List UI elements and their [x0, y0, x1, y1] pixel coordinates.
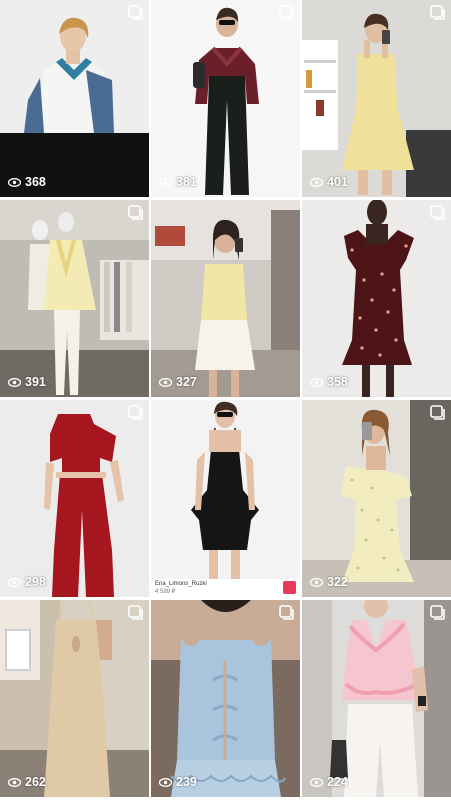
eye-icon: [310, 377, 323, 387]
post-thumbnail: [0, 200, 149, 397]
view-count-value: 391: [25, 375, 46, 389]
multiple-photos-icon: [279, 5, 294, 20]
post-tile[interactable]: 262: [0, 600, 149, 797]
post-thumbnail: [302, 400, 451, 597]
eye-icon: [310, 177, 323, 187]
eye-icon: [8, 177, 21, 187]
view-count-value: 322: [327, 575, 348, 589]
product-name: Ena_Limons_Ruzki: [155, 581, 207, 587]
view-count-value: 381: [176, 175, 197, 189]
view-count-value: 358: [327, 375, 348, 389]
post-thumbnail: [0, 0, 149, 197]
view-count: 322: [310, 575, 348, 589]
view-count-value: 239: [176, 775, 197, 789]
view-count: 327: [159, 375, 197, 389]
post-thumbnail: [0, 600, 149, 797]
post-tile[interactable]: 224: [302, 600, 451, 797]
gift-icon[interactable]: [283, 581, 296, 594]
view-count-value: 262: [25, 775, 46, 789]
post-thumbnail: [302, 600, 451, 797]
eye-icon: [310, 577, 323, 587]
view-count-value: 401: [327, 175, 348, 189]
post-tile[interactable]: 368: [0, 0, 149, 197]
post-tile[interactable]: 239: [151, 600, 300, 797]
post-thumbnail: [44, 414, 124, 597]
eye-icon: [310, 777, 323, 787]
view-count: 358: [310, 375, 348, 389]
post-thumbnail: [191, 401, 259, 580]
eye-icon: [8, 577, 21, 587]
post-tile[interactable]: 401: [302, 0, 451, 197]
multiple-photos-icon: [430, 605, 445, 620]
post-tile[interactable]: 358: [302, 200, 451, 397]
eye-icon: [159, 377, 172, 387]
view-count: 298: [8, 575, 46, 589]
multiple-photos-icon: [279, 605, 294, 620]
product-caption[interactable]: Ena_Limons_Ruzki 4 599 ₽: [151, 579, 300, 597]
eye-icon: [159, 777, 172, 787]
post-thumbnail: [193, 7, 259, 195]
multiple-photos-icon: [128, 605, 143, 620]
multiple-photos-icon: [430, 205, 445, 220]
post-tile[interactable]: 298: [0, 400, 149, 597]
view-count-value: 327: [176, 375, 197, 389]
view-count: 391: [8, 375, 46, 389]
view-count-value: 224: [327, 775, 348, 789]
multiple-photos-icon: [128, 5, 143, 20]
multiple-photos-icon: [128, 405, 143, 420]
product-price: 4 599 ₽: [155, 589, 176, 595]
post-grid: 368 381 401 391 327 358 298 Ena_Limons_R…: [0, 0, 451, 800]
eye-icon: [159, 177, 172, 187]
post-thumbnail: [302, 13, 451, 197]
view-count-value: 298: [25, 575, 46, 589]
post-tile[interactable]: 327: [151, 200, 300, 397]
view-count: 262: [8, 775, 46, 789]
post-tile[interactable]: Ena_Limons_Ruzki 4 599 ₽: [151, 400, 300, 597]
eye-icon: [8, 777, 21, 787]
view-count: 368: [8, 175, 46, 189]
post-thumbnail: [151, 600, 300, 797]
view-count-value: 368: [25, 175, 46, 189]
view-count: 381: [159, 175, 197, 189]
post-thumbnail: [342, 200, 414, 397]
view-count: 224: [310, 775, 348, 789]
eye-icon: [8, 377, 21, 387]
view-count: 239: [159, 775, 197, 789]
post-tile[interactable]: 391: [0, 200, 149, 397]
post-thumbnail: [151, 200, 300, 397]
multiple-photos-icon: [128, 205, 143, 220]
multiple-photos-icon: [430, 5, 445, 20]
view-count: 401: [310, 175, 348, 189]
post-tile[interactable]: 322: [302, 400, 451, 597]
multiple-photos-icon: [430, 405, 445, 420]
post-tile[interactable]: 381: [151, 0, 300, 197]
